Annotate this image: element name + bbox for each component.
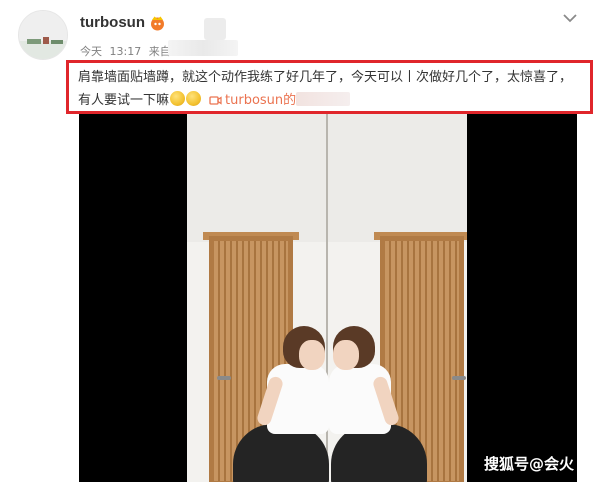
- video-link[interactable]: turbosun的: [209, 93, 296, 108]
- watermark: 搜狐号@会火: [484, 455, 575, 473]
- video-link-label: turbosun的: [225, 93, 297, 108]
- blurred-region: [296, 92, 351, 106]
- video-camera-icon: [209, 96, 222, 105]
- laughing-emoji-icon: [170, 91, 186, 106]
- video-player[interactable]: [79, 114, 577, 482]
- time-prefix: 今天: [80, 45, 102, 58]
- blurred-region: [204, 18, 226, 40]
- chevron-down-icon[interactable]: [562, 12, 578, 24]
- vip-crown-badge-icon[interactable]: [149, 15, 166, 31]
- post-content: 肩靠墙面贴墙蹲，就这个动作我练了好几年了，今天可以丨次做好几个了，太惊喜了，有人…: [78, 66, 583, 112]
- post-time[interactable]: 13:17: [110, 45, 142, 58]
- video-frame: [187, 114, 467, 482]
- avatar[interactable]: [18, 10, 68, 60]
- post-meta: 今天 13:17 来自: [80, 43, 175, 59]
- laughing-emoji-icon: [186, 91, 202, 106]
- blurred-source: [168, 40, 238, 56]
- weibo-post: turbosun 今天 13:17 来自 肩靠墙面贴墙蹲，就这个动作我练了好几年…: [0, 0, 596, 482]
- username[interactable]: turbosun: [80, 14, 145, 31]
- avatar-image-icon: [19, 11, 67, 59]
